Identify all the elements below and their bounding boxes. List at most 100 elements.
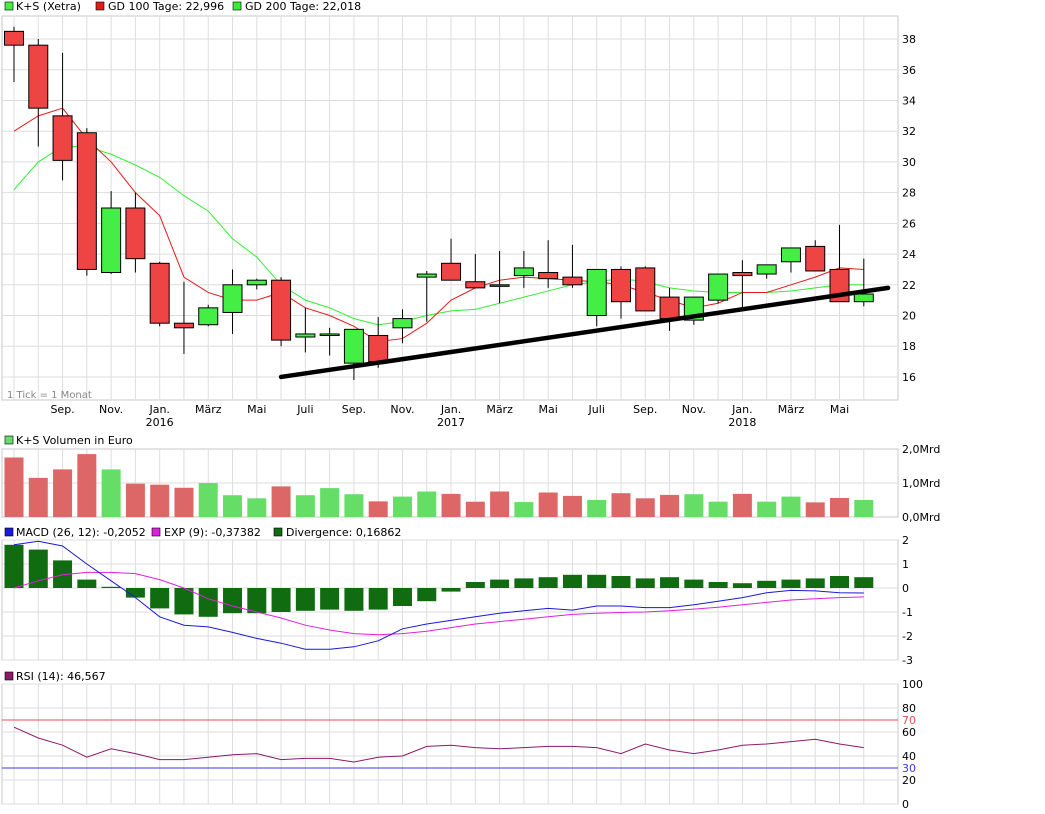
legend-macd: MACD (26, 12): -0,2052 xyxy=(16,526,146,539)
price-tick-label: 26 xyxy=(902,217,916,230)
candle xyxy=(4,26,24,83)
legend-swatch-exp xyxy=(151,527,161,537)
candle xyxy=(683,296,704,325)
candle-body xyxy=(538,272,559,280)
month-label: Juli xyxy=(588,403,605,416)
year-label: 2017 xyxy=(437,416,465,429)
rsi-tick-label: 100 xyxy=(902,678,923,691)
macd-tick-label: -1 xyxy=(902,606,913,619)
candle xyxy=(343,328,364,381)
candle-body xyxy=(173,322,194,329)
divergence-bar xyxy=(830,576,850,588)
volume-bar xyxy=(53,469,73,517)
candle-body xyxy=(441,262,462,281)
candle-body xyxy=(853,293,874,303)
macd-tick-label: -3 xyxy=(902,654,913,667)
candle-body xyxy=(52,115,73,161)
volume-bar xyxy=(174,487,194,517)
volume-bar xyxy=(805,502,825,517)
candle-body xyxy=(76,132,97,270)
candle-body xyxy=(319,333,340,336)
candle-body xyxy=(489,284,510,287)
candle xyxy=(392,309,413,344)
candle-body xyxy=(635,267,656,312)
candle xyxy=(853,258,874,307)
divergence-bar xyxy=(611,576,631,588)
divergence-bar xyxy=(465,582,485,588)
rsi-panel xyxy=(2,719,898,769)
volume-bar xyxy=(28,477,48,517)
candle xyxy=(756,264,777,279)
divergence-bar xyxy=(757,580,777,588)
volume-bar xyxy=(77,454,97,517)
divergence-bar xyxy=(271,588,291,612)
price-panel xyxy=(4,26,891,381)
month-label: Juli xyxy=(296,403,313,416)
rsi-tick-label: 60 xyxy=(902,726,916,739)
divergence-bar xyxy=(295,588,315,611)
divergence-bar xyxy=(490,579,510,588)
legend-swatch-divergence xyxy=(273,527,283,537)
month-label: März xyxy=(778,403,805,416)
candle xyxy=(125,192,146,273)
stock-chart: 161820222426283032343638Sep. Nov. Jan. März… xyxy=(1,0,940,811)
candle-body xyxy=(465,281,486,289)
rsi-tick-label: 0 xyxy=(902,798,909,811)
price-tick-label: 30 xyxy=(902,156,916,169)
candle-body xyxy=(392,318,413,329)
price-tick-label: 32 xyxy=(902,125,916,138)
candle-body xyxy=(416,273,437,278)
candle-body xyxy=(246,279,267,286)
rsi-legend: RSI (14): 46,567 xyxy=(4,670,106,683)
candle xyxy=(101,191,122,275)
divergence-bar xyxy=(441,588,461,592)
macd-tick-label: 1 xyxy=(902,558,909,571)
legend-volume: K+S Volumen in Euro xyxy=(16,434,133,447)
candle-body xyxy=(513,267,534,277)
divergence-bar xyxy=(28,549,48,588)
macd-panel-frame xyxy=(1,539,899,661)
volume-bar xyxy=(684,494,704,517)
candle-body xyxy=(756,264,777,275)
candle-body xyxy=(343,328,364,364)
price-tick-label: 24 xyxy=(902,248,916,261)
volume-bar xyxy=(101,469,121,517)
candle xyxy=(829,224,850,303)
candle xyxy=(586,268,607,327)
price-tick-label: 16 xyxy=(902,371,916,384)
candle-body xyxy=(368,334,389,363)
candle-body xyxy=(780,247,801,263)
volume-legend: K+S Volumen in Euro xyxy=(4,434,133,447)
volume-bar xyxy=(441,493,461,517)
divergence-bar xyxy=(708,582,728,588)
candle-body xyxy=(586,268,607,317)
price-tick-label: 36 xyxy=(902,64,916,77)
volume-bar xyxy=(465,501,485,517)
trendline xyxy=(278,285,891,380)
divergence-bar xyxy=(514,578,534,588)
legend-swatch-rsi xyxy=(4,671,14,681)
divergence-bar xyxy=(101,586,121,588)
volume-tick-label: 2,0Mrd xyxy=(902,443,940,456)
divergence-bar xyxy=(660,577,680,588)
volume-bar xyxy=(854,500,874,517)
month-label: Nov. xyxy=(99,403,123,416)
month-label: Mai xyxy=(830,403,849,416)
divergence-bar xyxy=(198,588,218,617)
volume-bar xyxy=(562,495,582,517)
candle xyxy=(441,238,462,281)
macd-panel xyxy=(4,540,874,650)
legend-swatch-macd xyxy=(4,527,14,537)
month-label: Jan. xyxy=(731,403,752,416)
candle-body xyxy=(222,284,243,313)
candle-body xyxy=(271,279,292,341)
divergence-bar xyxy=(635,578,655,588)
macd-tick-label: 0 xyxy=(902,582,909,595)
price-tick-label: 38 xyxy=(902,33,916,46)
divergence-bar xyxy=(587,574,607,588)
candle xyxy=(489,251,510,304)
volume-bar xyxy=(514,502,534,517)
candle xyxy=(319,327,340,356)
month-label: März xyxy=(195,403,222,416)
candle xyxy=(295,307,316,353)
